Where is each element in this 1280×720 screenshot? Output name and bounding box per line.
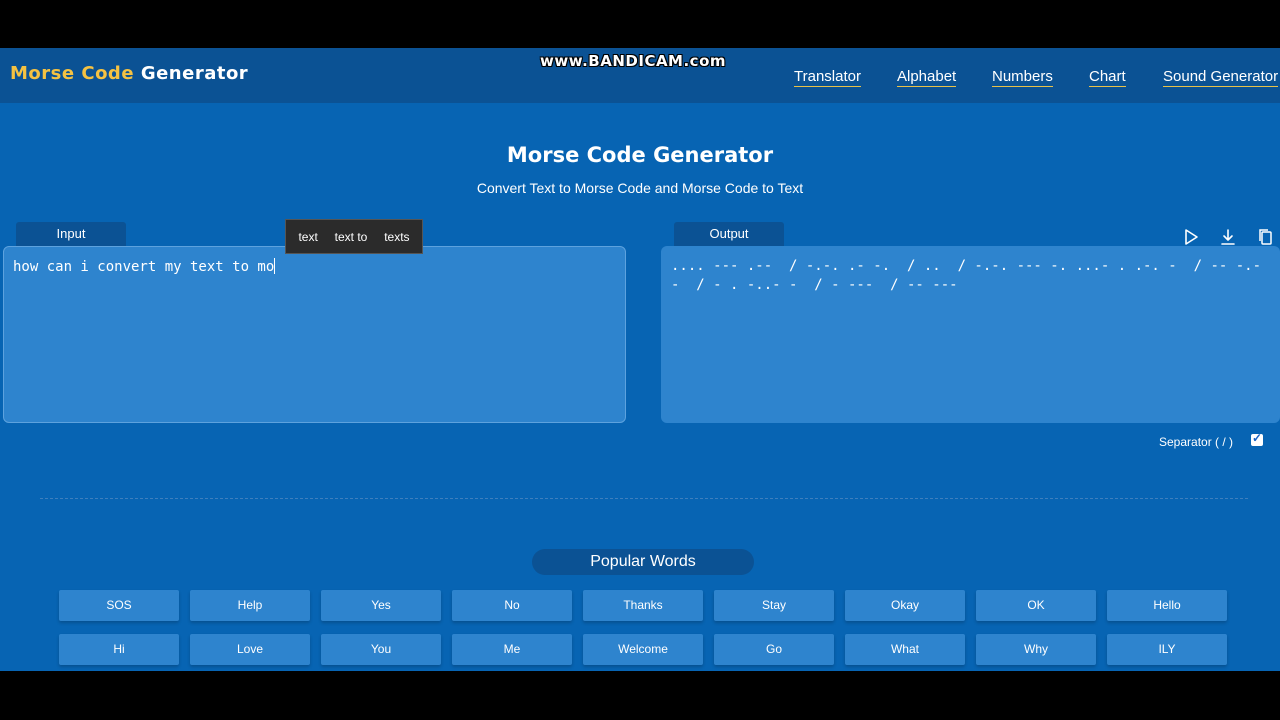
output-tab: Output (674, 222, 784, 246)
input-text: how can i convert my text to mo (13, 258, 276, 275)
nav-translator[interactable]: Translator (794, 68, 861, 87)
word-button-why[interactable]: Why (976, 634, 1096, 665)
autocomplete-suggestions: text text to texts (285, 219, 423, 254)
output-value: .... --- .-- / -.-. .- -. / .. / -.-. --… (671, 258, 1262, 293)
input-value: how can i convert my text to mo (13, 259, 275, 275)
input-textarea[interactable]: how can i convert my text to mo (3, 246, 626, 423)
page-subtitle: Convert Text to Morse Code and Morse Cod… (476, 180, 804, 196)
section-divider (40, 498, 1248, 499)
letterbox-top (0, 0, 1280, 48)
nav-chart[interactable]: Chart (1089, 68, 1126, 87)
bandicam-watermark: www.BANDICAM.com (540, 52, 727, 70)
separator-checkbox[interactable] (1251, 431, 1263, 446)
logo-word-generator: Generator (140, 63, 249, 84)
logo-word-code: Code (81, 63, 135, 84)
word-button-sos[interactable]: SOS (59, 590, 179, 621)
suggestion-item[interactable]: text to (335, 230, 368, 244)
nav-sound-generator[interactable]: Sound Generator (1163, 68, 1279, 87)
word-button-help[interactable]: Help (190, 590, 310, 621)
text-caret (274, 258, 276, 274)
suggestion-item[interactable]: texts (384, 230, 409, 244)
output-textarea[interactable]: .... --- .-- / -.-. .- -. / .. / -.-. --… (661, 246, 1280, 423)
word-button-welcome[interactable]: Welcome (583, 634, 703, 665)
separator-label: Separator ( / ) (1159, 435, 1234, 449)
word-button-you[interactable]: You (321, 634, 441, 665)
word-button-ily[interactable]: ILY (1107, 634, 1227, 665)
word-button-yes[interactable]: Yes (321, 590, 441, 621)
input-tab: Input (16, 222, 126, 246)
play-icon[interactable] (1182, 228, 1200, 246)
word-button-go[interactable]: Go (714, 634, 834, 665)
word-button-hi[interactable]: Hi (59, 634, 179, 665)
word-button-ok[interactable]: OK (976, 590, 1096, 621)
site-header: Morse Code Generator www.BANDICAM.com Tr… (0, 48, 1280, 103)
popular-words-title: Popular Words (532, 549, 754, 575)
word-button-stay[interactable]: Stay (714, 590, 834, 621)
word-button-thanks[interactable]: Thanks (583, 590, 703, 621)
nav-numbers[interactable]: Numbers (992, 68, 1053, 87)
suggestion-item[interactable]: text (298, 230, 317, 244)
copy-icon[interactable] (1257, 228, 1275, 246)
download-icon[interactable] (1219, 228, 1237, 246)
word-button-me[interactable]: Me (452, 634, 572, 665)
page-title: Morse Code Generator (506, 143, 774, 167)
site-logo[interactable]: Morse Code Generator (10, 63, 248, 84)
page: Morse Code Generator www.BANDICAM.com Tr… (0, 48, 1280, 671)
word-button-what[interactable]: What (845, 634, 965, 665)
word-button-hello[interactable]: Hello (1107, 590, 1227, 621)
word-button-love[interactable]: Love (190, 634, 310, 665)
logo-word-morse: Morse (10, 63, 75, 84)
letterbox-bottom (0, 671, 1280, 720)
nav-alphabet[interactable]: Alphabet (897, 68, 957, 87)
word-button-no[interactable]: No (452, 590, 572, 621)
word-button-okay[interactable]: Okay (845, 590, 965, 621)
